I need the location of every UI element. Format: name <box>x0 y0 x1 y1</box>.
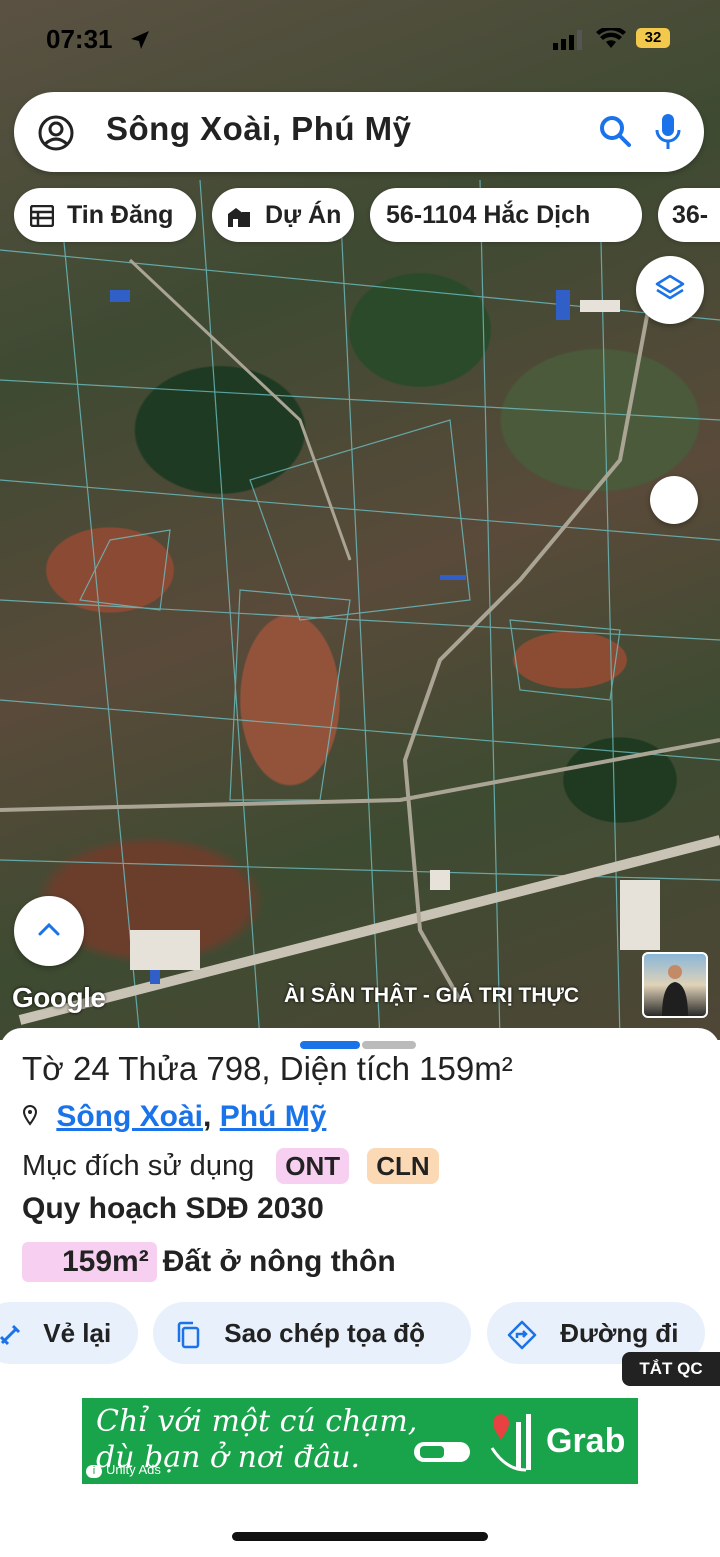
purpose-label: Mục đích sử dụng <box>22 1150 255 1182</box>
layers-button[interactable] <box>636 256 704 324</box>
chip-du-an[interactable]: Dự Án <box>212 188 354 242</box>
google-logo: Google <box>12 982 106 1013</box>
wifi-icon <box>596 26 626 55</box>
redraw-label: Vẻ lại <box>43 1318 112 1348</box>
directions-icon <box>507 1318 544 1350</box>
car-icon <box>412 1438 472 1471</box>
map-pin-icon <box>486 1408 536 1483</box>
redraw-button[interactable]: Vẻ lại <box>0 1302 138 1364</box>
chevron-up-icon <box>38 922 60 941</box>
area-row: 159m² Đất ở nông thôn <box>22 1242 396 1282</box>
microphone-icon[interactable] <box>654 112 682 157</box>
address-link-town[interactable]: Phú Mỹ <box>220 1100 327 1133</box>
filter-chips: Tin Đăng Dự Án 56-1104 Hắc Dịch 36- <box>14 188 720 242</box>
plan-title: Quy hoạch SDĐ 2030 <box>22 1192 324 1225</box>
battery-level: 32 <box>636 28 670 48</box>
address-separator: , <box>203 1100 212 1133</box>
ad-network: i Unity Ads <box>86 1462 161 1478</box>
watermark-photo <box>642 952 708 1018</box>
search-bar[interactable]: Sông Xoài, Phú Mỹ <box>14 92 704 172</box>
pin-icon <box>22 1100 46 1133</box>
copy-coordinates-label: Sao chép tọa độ <box>224 1318 426 1348</box>
search-query[interactable]: Sông Xoài, Phú Mỹ <box>106 110 412 148</box>
redraw-icon <box>0 1318 29 1348</box>
layers-icon <box>655 274 685 311</box>
table-icon <box>29 201 67 229</box>
ad-line-1: Chỉ với một cú chạm, <box>96 1404 418 1439</box>
parcel-address: Sông Xoài, Phú Mỹ <box>22 1100 326 1134</box>
info-icon[interactable]: i <box>86 1465 102 1478</box>
copy-icon <box>175 1318 208 1349</box>
directions-label: Đường đi <box>560 1318 679 1348</box>
status-bar: 07:31 32 <box>0 22 720 58</box>
area-value: 159m² <box>22 1242 157 1282</box>
status-time: 07:31 <box>46 24 113 54</box>
chip-overflow[interactable]: 36- <box>658 188 720 242</box>
location-arrow-icon <box>128 28 152 57</box>
ad-banner[interactable]: Chỉ với một cú chạm, dù bạn ở nơi đâu. G… <box>82 1398 638 1484</box>
tag-cln[interactable]: CLN <box>367 1148 439 1184</box>
chip-label: Dự Án <box>264 201 342 229</box>
land-use-purpose: Mục đích sử dụng ONT CLN <box>22 1148 439 1184</box>
search-icon[interactable] <box>598 114 632 153</box>
chip-label: 56-1104 Hắc Dịch <box>386 201 591 229</box>
chip-label: Tin Đăng <box>66 201 174 229</box>
home-indicator[interactable] <box>232 1532 488 1541</box>
parcel-info-sheet: Tờ 24 Thửa 798, Diện tích 159m² Sông Xoà… <box>0 1028 720 1557</box>
chip-hac-dich[interactable]: 56-1104 Hắc Dịch <box>370 188 642 242</box>
cellular-signal-icon <box>553 30 585 55</box>
copy-coordinates-button[interactable]: Sao chép tọa độ <box>153 1302 471 1364</box>
building-icon <box>226 201 265 229</box>
parcel-title: Tờ 24 Thửa 798, Diện tích 159m² <box>22 1050 513 1087</box>
chip-label: 36- <box>672 201 709 229</box>
chip-tin-dang[interactable]: Tin Đăng <box>14 188 196 242</box>
area-type: Đất ở nông thôn <box>162 1245 396 1278</box>
account-icon[interactable] <box>38 115 74 156</box>
ad-network-label: Unity Ads <box>106 1462 161 1477</box>
expand-sheet-button[interactable] <box>14 896 84 966</box>
address-link-ward[interactable]: Sông Xoài <box>56 1100 203 1133</box>
location-dot-button[interactable] <box>650 476 698 524</box>
close-ad-button[interactable]: TẮT QC <box>622 1352 720 1386</box>
map-watermark: ÀI SẢN THẬT - GIÁ TRỊ THỰC <box>284 984 580 1007</box>
tag-ont[interactable]: ONT <box>276 1148 350 1184</box>
ad-brand: Grab <box>546 1422 626 1460</box>
